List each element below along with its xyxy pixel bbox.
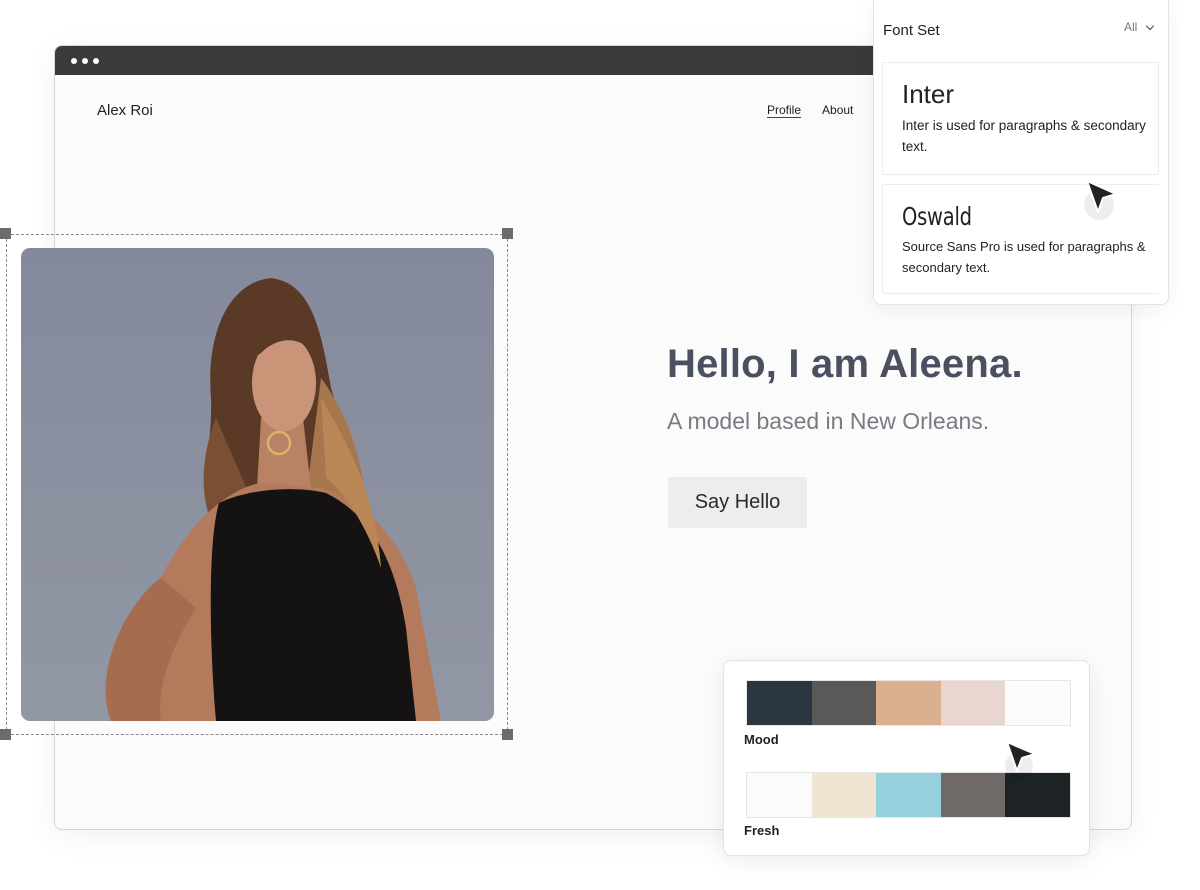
window-dot-icon[interactable] <box>71 57 77 64</box>
color-swatch[interactable] <box>811 773 877 817</box>
site-nav: Profile About <box>767 103 853 117</box>
hero-title: Hello, I am Aleena. <box>667 342 1023 386</box>
resize-handle-top-left[interactable] <box>0 228 11 239</box>
window-dot-icon[interactable] <box>82 57 88 64</box>
mouse-cursor-icon <box>1084 180 1117 220</box>
say-hello-button[interactable]: Say Hello <box>668 477 807 528</box>
font-filter-dropdown[interactable]: All <box>1124 20 1155 34</box>
mouse-cursor-icon <box>1005 741 1036 780</box>
font-option-inter[interactable]: Inter Inter is used for paragraphs & sec… <box>882 62 1159 175</box>
color-swatch[interactable] <box>876 773 941 817</box>
font-option-name: Inter <box>902 79 955 109</box>
color-swatch[interactable] <box>747 773 812 817</box>
resize-handle-bottom-left[interactable] <box>0 729 11 740</box>
chevron-down-icon <box>1146 21 1155 30</box>
font-option-description: Inter is used for paragraphs & secondary… <box>902 118 1146 154</box>
image-selection-frame[interactable] <box>6 234 508 735</box>
font-option-name: Oswald <box>902 202 972 231</box>
font-set-title: Font Set <box>883 22 940 39</box>
font-option-description: Source Sans Pro is used for paragraphs &… <box>902 239 1146 275</box>
palette-mood[interactable] <box>746 680 1071 726</box>
site-brand[interactable]: Alex Roi <box>97 102 153 119</box>
font-set-panel: Font Set All Inter Inter is used for par… <box>873 0 1169 305</box>
hero-subtitle: A model based in New Orleans. <box>667 408 990 434</box>
palette-label: Fresh <box>744 823 780 838</box>
color-swatch[interactable] <box>1005 681 1070 725</box>
color-swatch[interactable] <box>811 681 877 725</box>
color-swatch[interactable] <box>876 681 941 725</box>
nav-link-profile[interactable]: Profile <box>767 103 801 117</box>
font-filter-label: All <box>1124 20 1138 34</box>
window-dot-icon[interactable] <box>93 57 99 64</box>
color-swatch[interactable] <box>747 681 812 725</box>
color-swatch[interactable] <box>940 773 1006 817</box>
resize-handle-bottom-right[interactable] <box>502 729 513 740</box>
palette-label: Mood <box>744 732 779 747</box>
color-swatch[interactable] <box>940 681 1006 725</box>
nav-link-about[interactable]: About <box>822 103 853 117</box>
resize-handle-top-right[interactable] <box>502 228 513 239</box>
